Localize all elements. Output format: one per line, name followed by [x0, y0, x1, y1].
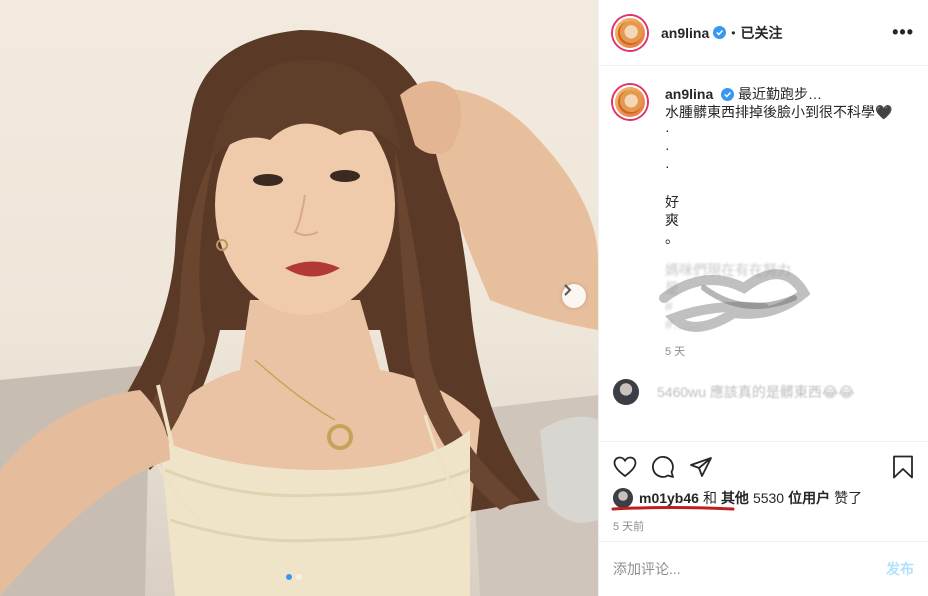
post-photo-illustration [0, 30, 598, 596]
author-username[interactable]: an9lina [661, 25, 709, 41]
likes-suffix[interactable]: 位用户 [788, 488, 830, 508]
share-send-icon[interactable] [689, 456, 713, 478]
carousel-indicator [286, 574, 302, 580]
comment-text: 5460wu 應該真的是髒東西😂😂 [657, 382, 855, 402]
next-photo-button[interactable] [562, 284, 586, 308]
redaction-scribble [659, 269, 811, 332]
post-header: an9lina • 已关注 ••• [599, 0, 928, 66]
comments-list[interactable]: an9lina 最近勤跑步… 水腫髒東西排掉後臉小到很不科學🖤 · · · 好 … [599, 67, 928, 441]
comment-body: 應該真的是髒東西😂😂 [709, 384, 855, 400]
caption-line: 好 [665, 194, 679, 210]
save-bookmark-icon[interactable] [892, 455, 914, 479]
likes-count: 5530 [752, 490, 785, 506]
caption-line [665, 175, 905, 193]
caption-line: 水腫髒東西排掉後臉小到很不科學🖤 [665, 104, 893, 120]
post-photo[interactable] [0, 0, 598, 596]
comment-input[interactable] [613, 561, 886, 577]
caption-line: 。 [665, 230, 679, 246]
caption-line: 最近勤跑步… [738, 86, 823, 102]
carousel-dot-active [286, 574, 292, 580]
carousel-dot [296, 574, 302, 580]
commenter-username[interactable]: 5460wu [657, 384, 706, 400]
add-comment-bar: 发布 [599, 541, 928, 596]
caption-username[interactable]: an9lina [665, 86, 713, 102]
caption-author-avatar[interactable] [613, 85, 647, 119]
commenter-avatar[interactable] [613, 379, 639, 405]
likes-verb: 赞了 [834, 490, 863, 506]
comment-item: 5460wu 應該真的是髒東西😂😂 [613, 379, 914, 405]
following-button[interactable]: 已关注 [740, 23, 782, 43]
caption-line: 爽 [665, 212, 679, 228]
verified-badge-icon [713, 26, 727, 39]
post-timestamp[interactable]: 5 天前 [613, 518, 914, 534]
comment-bubble-icon[interactable] [651, 455, 675, 479]
author-avatar[interactable] [613, 15, 647, 50]
more-options-icon[interactable]: ••• [892, 22, 914, 43]
action-icons [613, 454, 914, 480]
header-separator: • [731, 25, 736, 40]
chevron-right-icon [564, 284, 572, 296]
post-actions: m01yb46 和 其他 5530 位用户 赞了 5 天前 [599, 441, 928, 534]
post-side-panel: an9lina • 已关注 ••• an9lina 最近勤跑步… 水腫髒東西排掉… [598, 0, 928, 596]
instagram-post-view: an9lina • 已关注 ••• an9lina 最近勤跑步… 水腫髒東西排掉… [0, 0, 928, 596]
post-comment-button[interactable]: 发布 [886, 559, 914, 579]
verified-badge-icon [721, 88, 735, 101]
caption-line: · [665, 158, 670, 174]
like-heart-icon[interactable] [613, 456, 637, 478]
annotation-underline [611, 506, 735, 511]
caption-line: · [665, 122, 670, 138]
caption-line: · [665, 140, 670, 156]
